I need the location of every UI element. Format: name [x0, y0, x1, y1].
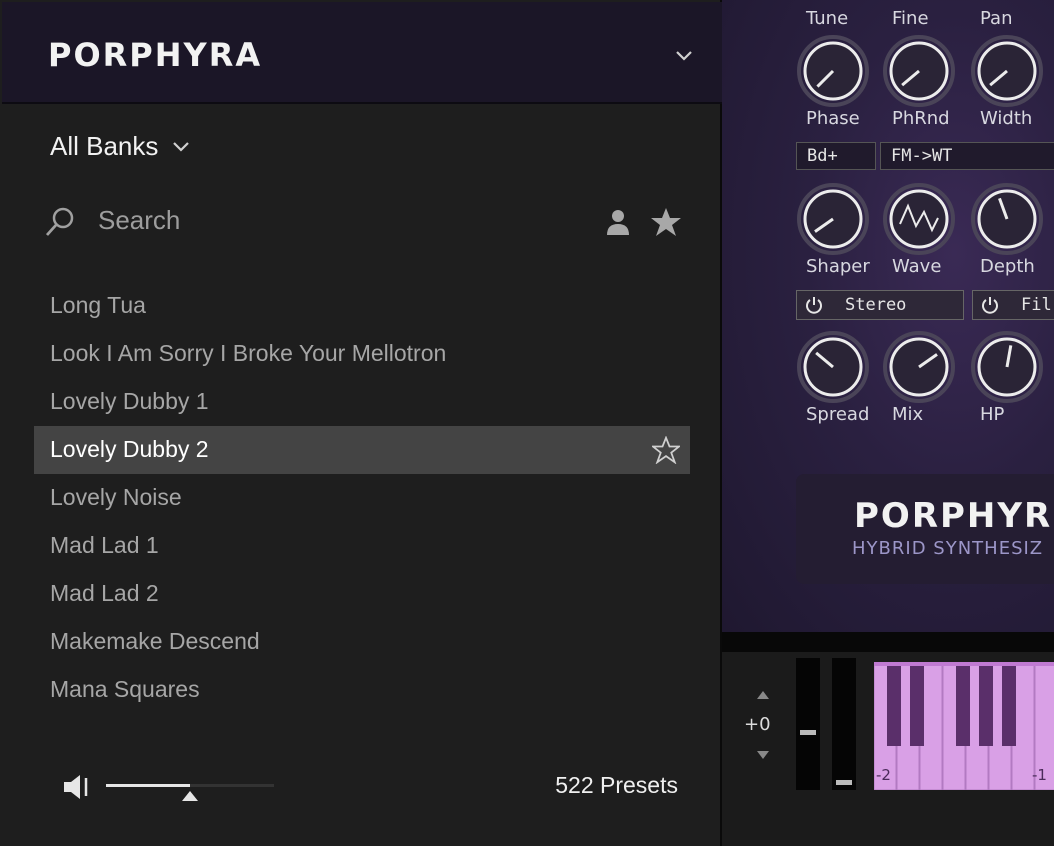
knob-label-fine: Fine — [892, 8, 929, 29]
knob-label-spread: Spread — [806, 404, 870, 425]
preset-name: Lovely Dubby 2 — [50, 436, 209, 462]
pitch-up-arrow-icon[interactable] — [756, 690, 770, 700]
toggle-label: Stereo — [845, 295, 907, 315]
preset-list: Long Tua Look I Am Sorry I Broke Your Mel… — [34, 282, 690, 714]
knob-label-pan: Pan — [980, 8, 1013, 29]
preset-name: Long Tua — [50, 292, 146, 318]
volume-slider-fill — [106, 784, 190, 787]
preset-row[interactable]: Mad Lad 2 — [34, 570, 690, 618]
knob-label-shaper: Shaper — [806, 256, 870, 277]
knob-label-width: Width — [980, 108, 1033, 129]
knob-label-phase: Phase — [806, 108, 860, 129]
knob-label-wave: Wave — [892, 256, 942, 277]
mode-b-select[interactable]: FM->WT — [880, 142, 1054, 170]
search-bar[interactable]: Search — [44, 200, 684, 244]
favorites-star-icon[interactable] — [650, 206, 682, 238]
knob-phase[interactable] — [796, 34, 870, 108]
preset-name: Mad Lad 2 — [50, 580, 159, 606]
power-icon — [982, 297, 998, 314]
pitch-down-arrow-icon[interactable] — [756, 750, 770, 760]
mode-a-select[interactable]: Bd+ — [796, 142, 876, 170]
search-input[interactable]: Search — [98, 205, 180, 236]
browser-header: PORPHYRA — [2, 2, 722, 104]
preset-name: Look I Am Sorry I Broke Your Mellotron — [50, 340, 447, 366]
knob-label-phrnd: PhRnd — [892, 108, 950, 129]
chevron-down-icon[interactable] — [674, 46, 694, 66]
mod-wheel[interactable] — [832, 658, 856, 790]
knob-label-depth: Depth — [980, 256, 1035, 277]
divider-bar — [722, 632, 1054, 652]
brand-subtitle: HYBRID SYNTHESIZ — [852, 538, 1044, 559]
pitch-value: +0 — [744, 714, 771, 735]
knob-hp[interactable] — [970, 330, 1044, 404]
preset-name: Lovely Dubby 1 — [50, 388, 209, 414]
preset-row[interactable]: Look I Am Sorry I Broke Your Mellotron — [34, 330, 690, 378]
porphyra-logo: PORPHYRA — [48, 36, 263, 74]
pitch-wheel[interactable] — [796, 658, 820, 790]
preset-row[interactable]: Lovely Dubby 1 — [34, 378, 690, 426]
piano-keys[interactable]: -2 -1 — [874, 662, 1054, 790]
preset-name: Lovely Noise — [50, 484, 182, 510]
preset-name: Mad Lad 1 — [50, 532, 159, 558]
search-icon — [45, 207, 74, 236]
knob-label-hp: HP — [980, 404, 1005, 425]
knob-wave[interactable] — [882, 182, 956, 256]
favorite-star-outline-icon[interactable] — [652, 436, 680, 464]
brand-logo: PORPHYR — [854, 496, 1053, 536]
preset-row[interactable]: Lovely Noise — [34, 474, 690, 522]
knob-label-tune: Tune — [806, 8, 849, 29]
knob-spread[interactable] — [796, 330, 870, 404]
preset-browser: PORPHYRA All Banks Search Long Tua Look I… — [0, 0, 722, 846]
knob-label-mix: Mix — [892, 404, 924, 425]
knob-mix[interactable] — [882, 330, 956, 404]
power-icon — [806, 297, 822, 314]
filter-toggle[interactable]: Fil — [972, 290, 1054, 320]
preset-name: Mana Squares — [50, 676, 200, 702]
stereo-toggle[interactable]: Stereo — [796, 290, 964, 320]
banks-dropdown[interactable]: All Banks — [50, 131, 190, 162]
preset-row[interactable]: Makemake Descend — [34, 618, 690, 666]
banks-label: All Banks — [50, 131, 159, 161]
brand-panel: PORPHYR HYBRID SYNTHESIZ — [796, 474, 1054, 584]
octave-label: -2 — [876, 766, 891, 784]
knob-depth[interactable] — [970, 182, 1044, 256]
speaker-icon[interactable] — [62, 772, 94, 802]
preset-row[interactable]: Lovely Dubby 2 — [34, 426, 690, 474]
preset-row[interactable]: Mana Squares — [34, 666, 690, 714]
preset-name: Makemake Descend — [50, 628, 260, 654]
knob-shaper[interactable] — [796, 182, 870, 256]
synth-panel: Tune Fine Pan Phase PhRnd Width Bd+ FM->WT Shape… — [722, 0, 1054, 632]
preset-count: 522 Presets — [555, 772, 678, 798]
preset-row[interactable]: Long Tua — [34, 282, 690, 330]
knob-width[interactable] — [970, 34, 1044, 108]
toggle-label: Fil — [1021, 295, 1052, 315]
preset-row[interactable]: Mad Lad 1 — [34, 522, 690, 570]
volume-slider[interactable] — [106, 784, 274, 801]
user-icon[interactable] — [604, 208, 632, 236]
chevron-down-icon — [173, 141, 190, 152]
octave-label: -1 — [1032, 766, 1047, 784]
keyboard-area: +0 -2 -1 — [722, 652, 1054, 846]
knob-phrnd[interactable] — [882, 34, 956, 108]
volume-slider-thumb[interactable] — [182, 791, 198, 801]
